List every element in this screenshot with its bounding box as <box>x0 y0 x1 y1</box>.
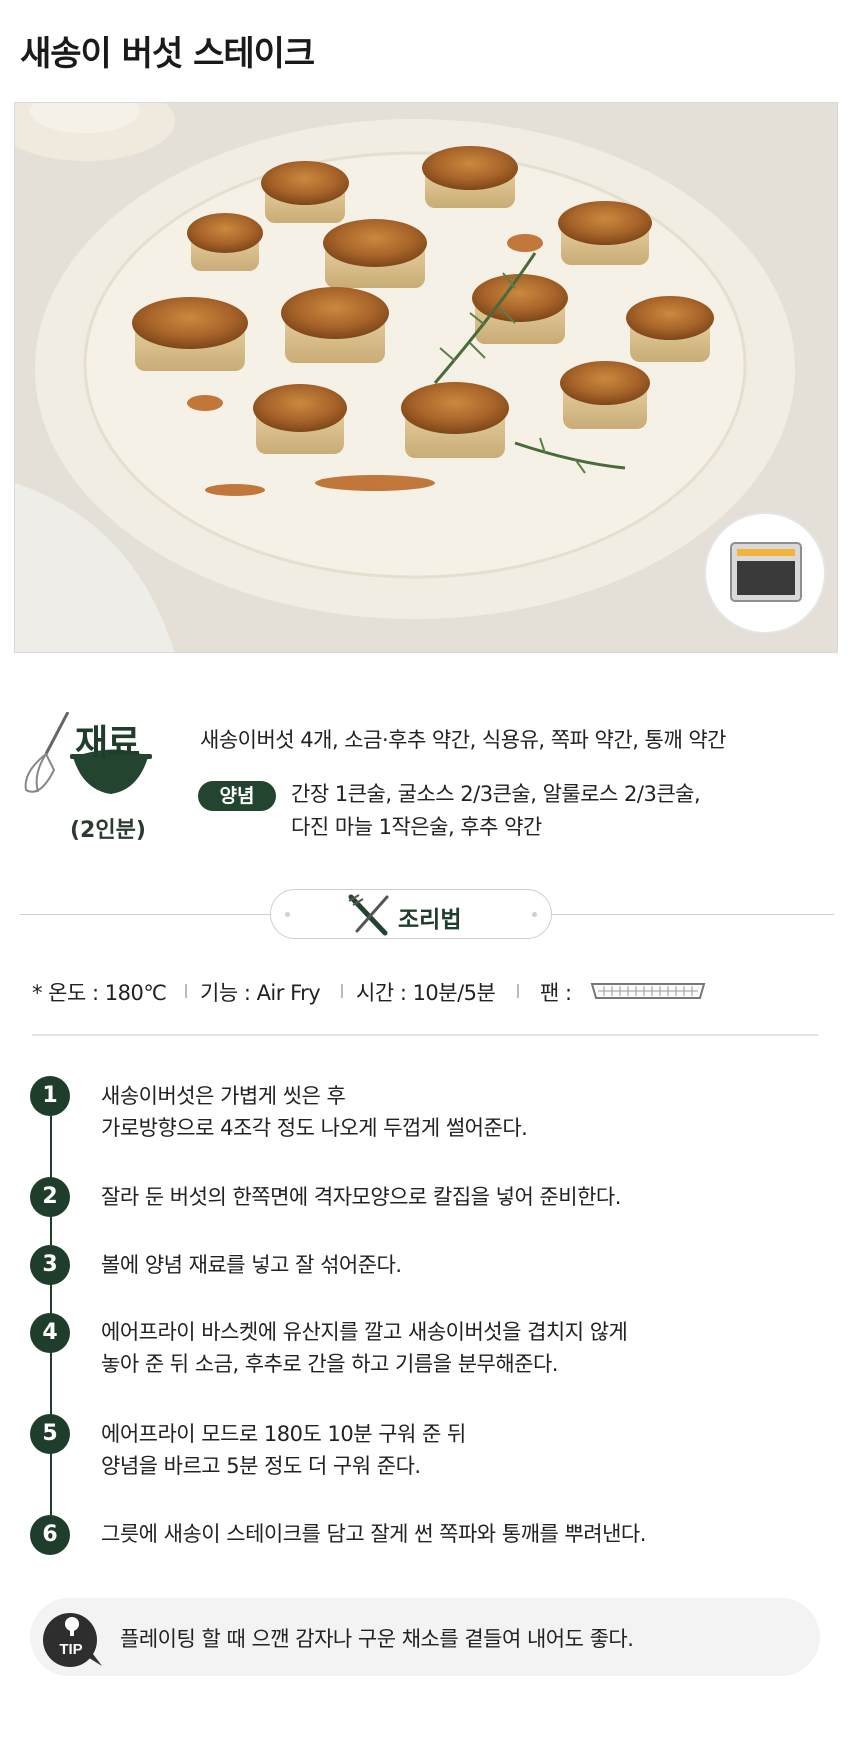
divider-right <box>552 914 834 915</box>
step-text: 에어프라이 모드로 180도 10분 구워 준 뒤 양념을 바르고 5분 정도 더… <box>101 1422 466 1478</box>
step-number: 1 <box>30 1076 70 1116</box>
sauce-badge: 양념 <box>198 781 276 811</box>
function-setting: 기능 : Air Fry <box>200 981 321 1005</box>
dish-photo <box>14 102 838 653</box>
step-text: 볼에 양념 재료를 넣고 잘 섞어준다. <box>101 1253 402 1277</box>
step-number: 3 <box>30 1245 70 1285</box>
separator <box>185 984 187 998</box>
step-text: 에어프라이 바스켓에 유산지를 깔고 새송이버섯을 겹치지 않게 놓아 준 뒤 소… <box>101 1320 628 1376</box>
sauce-ingredients-line: 간장 1큰술, 굴소스 2/3큰술, 알룰로스 2/3큰술, <box>291 782 701 806</box>
step-number: 6 <box>30 1515 70 1555</box>
tip-text: 플레이팅 할 때 으깬 감자나 구운 채소를 곁들여 내어도 좋다. <box>120 1627 634 1651</box>
knife-fork-icon <box>348 894 389 936</box>
step-number: 5 <box>30 1414 70 1454</box>
divider-left <box>20 914 270 915</box>
tip-icon: TIP <box>43 1613 102 1667</box>
step-text: 잘라 둔 버섯의 한쪽면에 격자모양으로 칼집을 넣어 준비한다. <box>101 1185 621 1209</box>
servings-label: (2인분) <box>70 818 146 843</box>
step-text: 그릇에 새송이 스테이크를 담고 잘게 썬 쪽파와 통깨를 뿌려낸다. <box>101 1522 646 1546</box>
sauce-ingredients-line: 다진 마늘 1작은술, 후추 약간 <box>291 815 542 839</box>
section-divider <box>32 1034 818 1036</box>
temperature-setting: * 온도 : 180℃ <box>32 981 167 1005</box>
tip-badge-text: TIP <box>59 1641 82 1658</box>
ingredients-label: 재료 <box>75 723 140 764</box>
recipe-label: 조리법 <box>398 907 462 933</box>
main-ingredients: 새송이버섯 4개, 소금·후추 약간, 식용유, 쪽파 약간, 통깨 약간 <box>200 728 727 752</box>
separator <box>341 984 343 998</box>
step-text: 새송이버섯은 가볍게 씻은 후 가로방향으로 4조각 정도 나오게 두껍게 썰어준… <box>101 1084 528 1140</box>
page-title: 새송이 버섯 스테이크 <box>20 34 315 74</box>
tray-rack-icon <box>590 983 706 999</box>
pan-setting: 팬 : <box>540 981 572 1005</box>
step-number: 2 <box>30 1177 70 1217</box>
time-setting: 시간 : 10분/5분 <box>356 981 496 1005</box>
separator <box>517 984 519 998</box>
step-number: 4 <box>30 1313 70 1353</box>
